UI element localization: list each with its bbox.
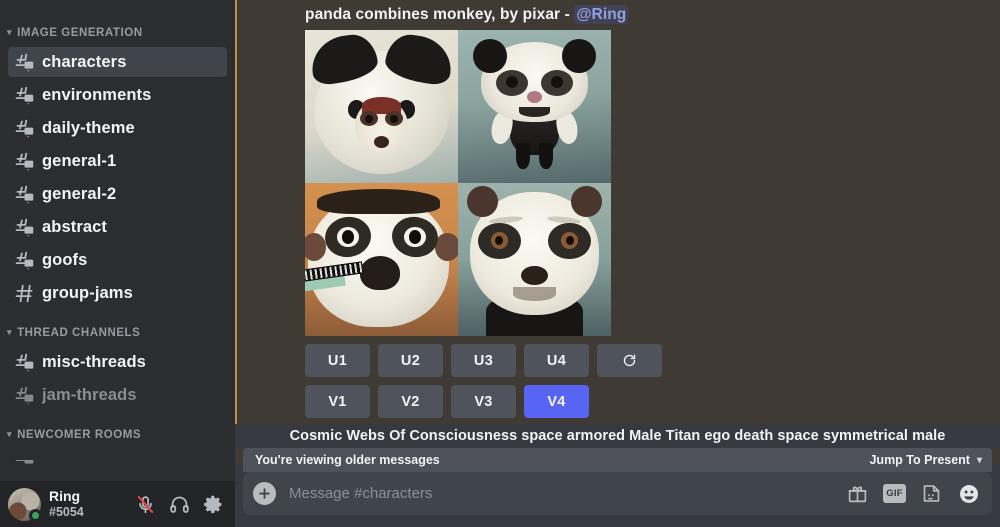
sticker-icon[interactable] [920,482,943,505]
forum-hash-icon [14,52,35,73]
category-label: NEWCOMER ROOMS [17,429,142,441]
forum-hash-icon [14,385,35,406]
category-header-image-generation[interactable]: ▾ IMAGE GENERATION [0,20,235,46]
forum-hash-icon [14,151,35,172]
forum-hash-icon [14,85,35,106]
sidebar-item-label: goofs [42,250,88,269]
upscale-button-u4[interactable]: U4 [524,344,589,377]
sidebar-item-label: general-2 [42,184,117,203]
message-prompt-header: panda combines monkey, by pixar - @Ring [305,4,1000,26]
sidebar-item-label: jam-threads [42,385,137,404]
older-messages-banner: You're viewing older messages Jump To Pr… [243,448,992,472]
variation-button-v3[interactable]: V3 [451,385,516,418]
message-composer[interactable]: Message #characters GIF [243,472,992,515]
status-badge [29,508,42,522]
gear-icon[interactable] [203,494,224,515]
gif-label: GIF [883,484,906,503]
category-label: THREAD CHANNELS [17,327,141,339]
sidebar-item-group-jams[interactable]: group-jams [8,278,227,308]
image-tile-bottom-right[interactable] [458,183,611,336]
message-content: panda combines monkey, by pixar - @Ring [305,4,1000,418]
mention-highlight-bar [235,0,237,440]
sidebar-item-label: characters [42,52,127,71]
prompt-separator: - [564,6,570,23]
gift-icon[interactable] [846,482,869,505]
sidebar-item-goofs[interactable]: goofs [8,245,227,275]
microphone-muted-icon[interactable] [135,494,156,515]
user-discriminator: #5054 [49,504,84,519]
forum-hash-icon [14,352,35,373]
variation-button-v4[interactable]: V4 [524,385,589,418]
user-controls [135,494,229,515]
message-area: panda combines monkey, by pixar - @Ring [235,0,1000,527]
forum-hash-icon [14,118,35,139]
hash-icon [14,283,35,304]
forum-hash-icon [14,460,35,468]
gif-icon[interactable]: GIF [883,482,906,505]
sidebar-item-label: environments [42,85,152,104]
channel-sidebar: ▾ IMAGE GENERATION characters environmen… [0,0,235,527]
category-header-newcomer-rooms[interactable]: ▾ NEWCOMER ROOMS [0,422,235,448]
sidebar-item-jam-threads[interactable]: jam-threads [8,380,227,410]
reroll-button[interactable] [597,344,662,377]
sidebar-item-label: general-1 [42,151,117,170]
variation-button-v2[interactable]: V2 [378,385,443,418]
message-input-placeholder[interactable]: Message #characters [289,485,432,502]
forum-hash-icon [14,217,35,238]
sidebar-item-label: group-jams [42,283,133,302]
upscale-button-u1[interactable]: U1 [305,344,370,377]
headphones-icon[interactable] [169,494,190,515]
sidebar-item-general-1[interactable]: general-1 [8,146,227,176]
sidebar-item-misc-threads[interactable]: misc-threads [8,347,227,377]
sidebar-item-characters[interactable]: characters [8,47,227,77]
older-messages-text: You're viewing older messages [255,453,440,467]
sidebar-item-abstract[interactable]: abstract [8,212,227,242]
forum-hash-icon [14,184,35,205]
next-prompt-text: Cosmic Webs Of Consciousness space armor… [289,428,946,444]
composer-bottom-spacer [235,515,1000,527]
sidebar-item-daily-theme[interactable]: daily-theme [8,113,227,143]
emoji-icon[interactable] [957,482,980,505]
sidebar-item-general-2[interactable]: general-2 [8,179,227,209]
sidebar-item-label: abstract [42,217,107,236]
sidebar-item-label: daily-theme [42,118,135,137]
sidebar-item-environments[interactable]: environments [8,80,227,110]
chevron-down-icon: ▾ [7,326,13,337]
plus-circle-icon[interactable] [253,482,276,505]
composer-actions: GIF [846,482,980,505]
channel-list[interactable]: ▾ IMAGE GENERATION characters environmen… [0,0,235,481]
image-tile-top-left[interactable] [305,30,458,183]
generated-image-grid[interactable] [305,30,611,336]
user-identity[interactable]: Ring #5054 [49,489,84,519]
avatar[interactable] [8,487,42,522]
category-header-thread-channels[interactable]: ▾ THREAD CHANNELS [0,320,235,346]
next-message-prompt: Cosmic Webs Of Consciousness space armor… [235,424,1000,448]
discord-window: ▾ IMAGE GENERATION characters environmen… [0,0,1000,527]
forum-hash-icon [14,250,35,271]
jump-to-present-label: Jump To Present [869,453,970,467]
upscale-button-u3[interactable]: U3 [451,344,516,377]
chevron-down-icon: ▾ [976,454,982,466]
upscale-button-row: U1 U2 U3 U4 [305,344,1000,377]
user-panel: Ring #5054 [0,481,235,527]
chevron-down-icon: ▾ [7,428,13,439]
sidebar-item-partial[interactable] [8,449,227,479]
jump-to-present-button[interactable]: Jump To Present ▾ [869,453,982,467]
image-tile-top-right[interactable] [458,30,611,183]
variation-button-row: V1 V2 V3 V4 [305,385,1000,418]
sidebar-item-label: misc-threads [42,352,146,371]
mention-link[interactable]: @Ring [574,5,629,24]
prompt-text: panda combines monkey, by pixar [305,6,561,23]
refresh-icon [622,353,637,368]
chevron-down-icon: ▾ [7,26,13,37]
variation-button-v1[interactable]: V1 [305,385,370,418]
username: Ring [49,489,81,505]
image-tile-bottom-left[interactable] [305,183,458,336]
upscale-button-u2[interactable]: U2 [378,344,443,377]
category-label: IMAGE GENERATION [17,27,143,39]
